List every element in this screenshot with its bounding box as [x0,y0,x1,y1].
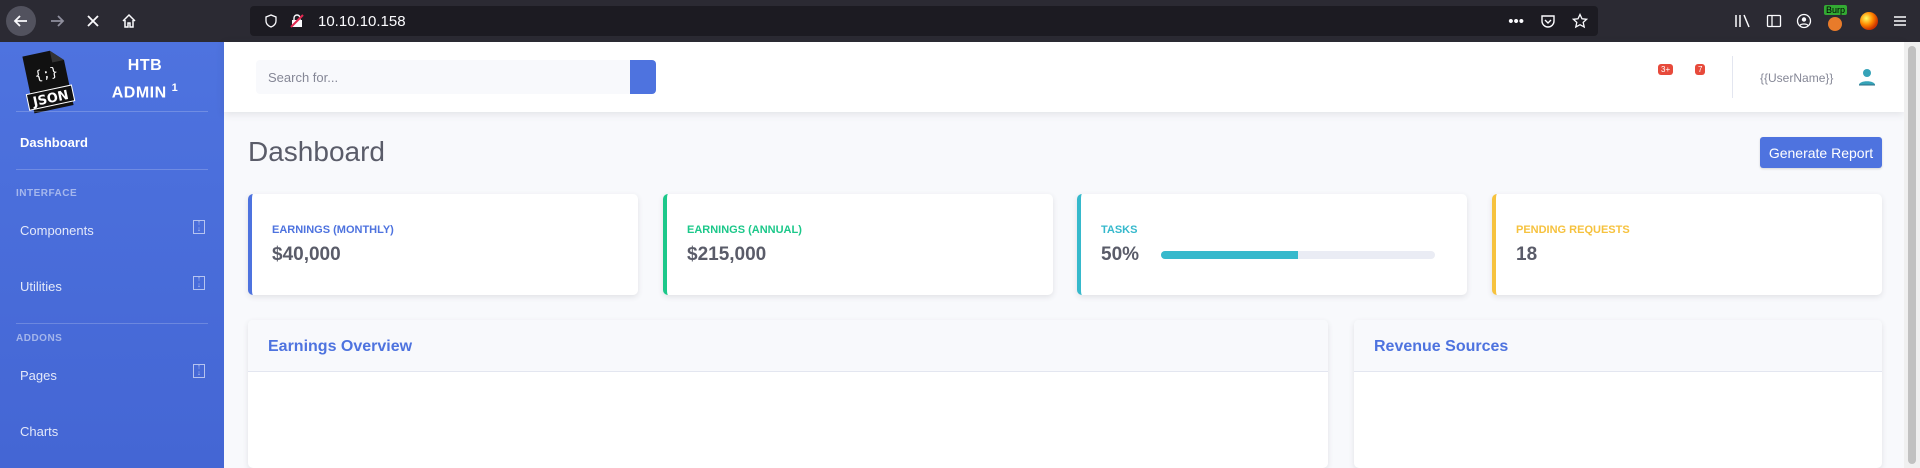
bookmark-star-icon[interactable] [1572,13,1588,29]
card-value: $40,000 [272,244,341,265]
sidebar-toggle-icon[interactable] [1766,13,1782,29]
card-value: 50% [1101,244,1140,265]
back-button[interactable] [6,6,36,36]
sidebar-heading-interface: INTERFACE [16,188,78,199]
earnings-annual-card: Earnings (Annual) $215,000 [663,194,1053,295]
home-button[interactable] [114,6,144,36]
page-title: Dashboard [248,136,385,167]
forward-button[interactable] [42,6,72,36]
account-icon[interactable] [1796,13,1812,29]
more-actions-icon[interactable]: ••• [1508,13,1524,30]
menu-icon[interactable] [1892,13,1908,29]
topbar: 3+ 7 {{UserName}} [224,42,1904,112]
card-value: 18 [1516,244,1538,265]
messages-badge[interactable]: 7 [1695,64,1706,75]
panel-title: Earnings Overview [248,320,1328,372]
url-text: 10.10.10.158 [318,12,406,30]
close-icon [87,15,99,27]
theme-extension-icon[interactable] [1860,12,1878,30]
arrow-right-icon [51,15,65,27]
collapse-icon[interactable]: ↑ ↓ [193,364,205,378]
tasks-card: Tasks 50% [1077,194,1467,295]
arrow-left-icon [13,15,27,27]
browser-toolbar: 10.10.10.158 ••• Burp [0,0,1920,42]
search-input[interactable] [256,60,631,94]
insecure-lock-icon[interactable] [288,14,306,28]
burp-label: Burp [1824,5,1848,15]
page-scrollbar[interactable] [1904,42,1920,468]
sidebar-heading-addons: ADDONS [16,333,63,344]
card-value: $215,000 [687,244,767,265]
panel-title: Revenue Sources [1354,320,1882,372]
generate-report-button[interactable]: Generate Report [1760,137,1882,168]
collapse-icon[interactable]: ↑ ↓ [193,276,205,290]
revenue-sources-panel: Revenue Sources [1354,320,1882,468]
earnings-overview-panel: Earnings Overview [248,320,1328,468]
search-button[interactable] [630,60,656,94]
library-icon[interactable] [1734,13,1752,29]
pending-requests-card: Pending Requests 18 [1492,194,1882,295]
brand-title: HTB ADMIN 1 [111,57,179,102]
sidebar-item-pages[interactable]: Pages [20,368,57,383]
stop-button[interactable] [78,6,108,36]
url-bar[interactable]: 10.10.10.158 ••• [250,6,1598,36]
sidebar-item-components[interactable]: Components [20,223,94,238]
shield-icon [265,14,277,28]
user-avatar-icon[interactable] [1856,66,1878,88]
sidebar: {;} JSON HTB ADMIN 1 Dashboard INTERFACE… [0,42,224,468]
alerts-badge[interactable]: 3+ [1658,64,1674,75]
card-label: Tasks [1101,224,1138,236]
json-file-icon: {;} JSON [22,50,76,114]
pocket-icon[interactable] [1540,13,1556,29]
user-name[interactable]: {{UserName}} [1760,71,1833,85]
sidebar-brand[interactable]: {;} JSON HTB ADMIN 1 [0,42,224,116]
burp-extension-icon[interactable]: Burp [1824,5,1848,31]
sidebar-item-charts[interactable]: Charts [20,424,58,439]
collapse-icon[interactable]: ↑ ↓ [193,220,205,234]
earnings-monthly-card: Earnings (Monthly) $40,000 [248,194,638,295]
sidebar-item-dashboard[interactable]: Dashboard [20,135,88,150]
sidebar-item-utilities[interactable]: Utilities [20,279,62,294]
home-icon [122,13,136,28]
card-label: Earnings (Annual) [687,224,802,236]
card-label: Pending Requests [1516,224,1630,236]
tasks-progress-bar [1161,251,1435,259]
card-label: Earnings (Monthly) [272,224,394,236]
